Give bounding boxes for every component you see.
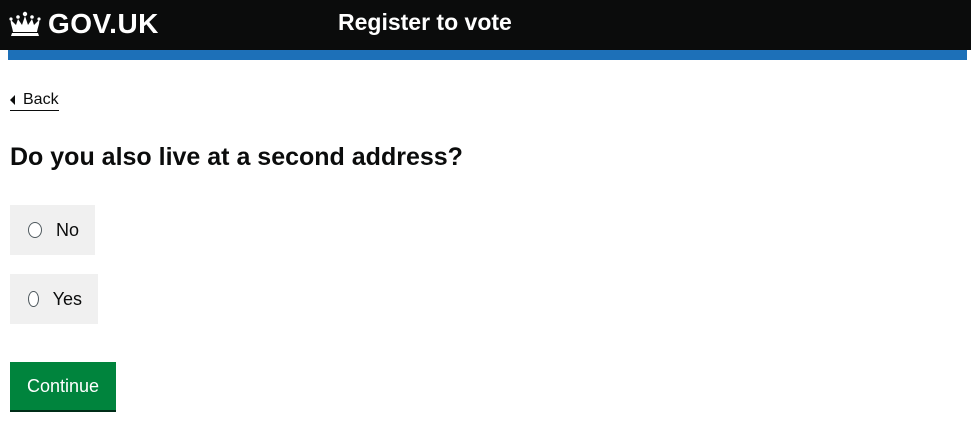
radio-button-yes[interactable] [28, 291, 39, 307]
continue-button[interactable]: Continue [10, 362, 116, 410]
back-link[interactable]: Back [10, 91, 59, 111]
radio-label-yes: Yes [52, 288, 82, 309]
service-name-link[interactable]: Register to vote [338, 9, 512, 36]
logo-text: GOV.UK [48, 8, 159, 39]
radio-button-no[interactable] [28, 222, 42, 238]
radio-option-no[interactable]: No [10, 205, 95, 255]
page-question: Do you also live at a second address? [10, 143, 463, 171]
radio-label-no: No [55, 219, 79, 240]
radio-option-yes[interactable]: Yes [10, 274, 98, 324]
back-link-label: Back [23, 91, 59, 108]
chevron-left-icon [10, 95, 15, 105]
header-accent-bar [8, 50, 967, 60]
crown-icon [8, 11, 42, 37]
govuk-logo-link[interactable]: GOV.UK [8, 7, 159, 41]
site-header: GOV.UK Register to vote [0, 0, 971, 50]
